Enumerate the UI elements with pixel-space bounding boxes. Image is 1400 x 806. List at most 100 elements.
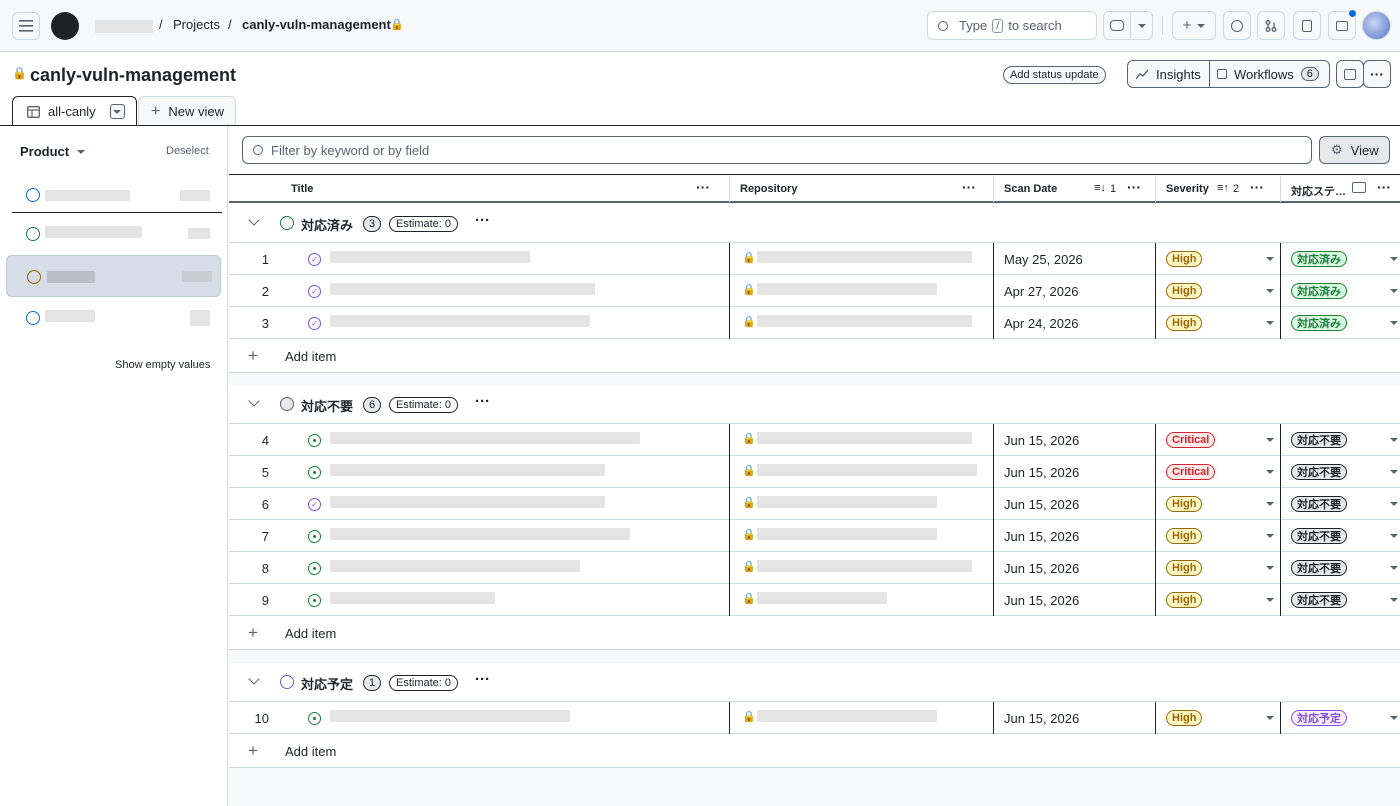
table-row[interactable]: 7 🔒 Jun 15, 2026 High 対応不要 <box>229 520 1400 552</box>
severity-cell[interactable]: Critical <box>1156 456 1281 488</box>
chevron-down-icon[interactable] <box>1390 534 1398 538</box>
column-menu-icon[interactable]: ··· <box>696 179 710 195</box>
repository-cell[interactable]: 🔒 <box>730 520 994 552</box>
scan-date-cell[interactable]: Apr 27, 2026 <box>994 275 1156 307</box>
workflows-button[interactable]: Workflows 6 <box>1209 60 1330 88</box>
column-menu-icon[interactable]: ··· <box>1377 179 1391 195</box>
chevron-down-icon[interactable] <box>1266 289 1274 293</box>
status-cell[interactable]: 対応予定 <box>1281 702 1400 734</box>
slice-item[interactable] <box>12 215 222 252</box>
filter-input[interactable]: Filter by keyword or by field <box>242 136 1312 164</box>
group-menu-icon[interactable]: ··· <box>475 212 490 229</box>
status-cell[interactable]: 対応不要 <box>1281 552 1400 584</box>
severity-cell[interactable]: High <box>1156 307 1281 339</box>
title-cell[interactable]: 5 <box>229 456 730 488</box>
status-cell[interactable]: 対応不要 <box>1281 488 1400 520</box>
issue-title[interactable] <box>330 464 605 476</box>
title-cell[interactable]: 7 <box>229 520 730 552</box>
scan-date-cell[interactable]: Jun 15, 2026 <box>994 424 1156 456</box>
scan-date-cell[interactable]: Jun 15, 2026 <box>994 520 1156 552</box>
add-item-row[interactable]: + Add item <box>229 734 1400 768</box>
chevron-down-icon[interactable] <box>1266 321 1274 325</box>
table-row[interactable]: 8 🔒 Jun 15, 2026 High 対応不要 <box>229 552 1400 584</box>
slice-item[interactable] <box>12 176 222 213</box>
chevron-down-icon[interactable] <box>1266 502 1274 506</box>
project-menu-button[interactable]: ··· <box>1363 60 1391 88</box>
chevron-down-icon[interactable] <box>1266 257 1274 261</box>
chevron-down-icon[interactable] <box>1390 716 1398 720</box>
breadcrumb-projects[interactable]: Projects <box>173 17 220 32</box>
status-cell[interactable]: 対応不要 <box>1281 584 1400 616</box>
status-cell[interactable]: 対応不要 <box>1281 424 1400 456</box>
table-row[interactable]: 6 ✓ 🔒 Jun 15, 2026 High 対応不要 <box>229 488 1400 520</box>
insights-button[interactable]: Insights <box>1127 60 1210 88</box>
chevron-down-icon[interactable] <box>248 395 260 407</box>
github-logo-icon[interactable] <box>51 12 79 40</box>
issue-title[interactable] <box>330 560 580 572</box>
severity-cell[interactable]: High <box>1156 520 1281 552</box>
table-row[interactable]: 2 ✓ 🔒 Apr 27, 2026 High 対応済み <box>229 275 1400 307</box>
issue-title[interactable] <box>330 432 640 444</box>
repository-cell[interactable]: 🔒 <box>730 243 994 275</box>
title-cell[interactable]: 9 <box>229 584 730 616</box>
create-new-button[interactable]: + <box>1172 11 1216 40</box>
status-cell[interactable]: 対応済み <box>1281 307 1400 339</box>
chevron-down-icon[interactable] <box>1390 321 1398 325</box>
chevron-down-icon[interactable] <box>248 673 260 685</box>
issue-title[interactable] <box>330 283 595 295</box>
repository-cell[interactable]: 🔒 <box>730 275 994 307</box>
add-item-row[interactable]: + Add item <box>229 339 1400 373</box>
avatar[interactable] <box>1362 11 1391 40</box>
column-menu-icon[interactable]: ··· <box>962 179 976 195</box>
severity-cell[interactable]: High <box>1156 552 1281 584</box>
title-cell[interactable]: 2 ✓ <box>229 275 730 307</box>
chevron-down-icon[interactable] <box>1266 438 1274 442</box>
show-empty-values-button[interactable]: Show empty values <box>115 359 210 371</box>
table-row[interactable]: 10 🔒 Jun 15, 2026 High 対応予定 <box>229 702 1400 734</box>
owner-link[interactable] <box>95 20 153 33</box>
table-row[interactable]: 4 🔒 Jun 15, 2026 Critical 対応不要 <box>229 424 1400 456</box>
menu-button[interactable] <box>12 12 40 40</box>
chevron-down-icon[interactable] <box>1266 534 1274 538</box>
chevron-down-icon[interactable] <box>1266 716 1274 720</box>
chevron-down-icon[interactable] <box>1390 470 1398 474</box>
repository-cell[interactable]: 🔒 <box>730 488 994 520</box>
title-cell[interactable]: 10 <box>229 702 730 734</box>
table-row[interactable]: 1 ✓ 🔒 May 25, 2026 High 対応済み <box>229 243 1400 275</box>
issue-title[interactable] <box>330 251 530 263</box>
issues-button[interactable] <box>1223 11 1251 40</box>
tab-dropdown[interactable] <box>109 104 125 119</box>
group-menu-icon[interactable]: ··· <box>475 671 490 688</box>
issue-title[interactable] <box>330 592 495 604</box>
repository-cell[interactable]: 🔒 <box>730 584 994 616</box>
new-view-button[interactable]: + New view <box>138 96 236 126</box>
scan-date-cell[interactable]: Jun 15, 2026 <box>994 702 1156 734</box>
column-severity[interactable]: Severity ≡↑ 2 ··· <box>1156 176 1281 202</box>
scan-date-cell[interactable]: May 25, 2026 <box>994 243 1156 275</box>
search-button[interactable]: Type / to search <box>927 11 1097 40</box>
chevron-down-icon[interactable] <box>1266 598 1274 602</box>
column-title[interactable]: Title ··· <box>229 176 730 202</box>
severity-cell[interactable]: High <box>1156 275 1281 307</box>
status-cell[interactable]: 対応不要 <box>1281 456 1400 488</box>
add-status-update-button[interactable]: Add status update <box>1003 66 1106 84</box>
deselect-button[interactable]: Deselect <box>166 145 209 157</box>
severity-cell[interactable]: High <box>1156 584 1281 616</box>
pull-requests-button[interactable] <box>1257 11 1285 40</box>
scan-date-cell[interactable]: Jun 15, 2026 <box>994 488 1156 520</box>
chevron-down-icon[interactable] <box>1390 289 1398 293</box>
tab-all-canly[interactable]: all-canly <box>12 96 137 126</box>
chevron-down-icon[interactable] <box>1390 502 1398 506</box>
copilot-button[interactable] <box>1103 11 1131 40</box>
column-menu-icon[interactable]: ··· <box>1127 179 1141 195</box>
scan-date-cell[interactable]: Apr 24, 2026 <box>994 307 1156 339</box>
issue-title[interactable] <box>330 528 630 540</box>
chevron-down-icon[interactable] <box>1390 257 1398 261</box>
scan-date-cell[interactable]: Jun 15, 2026 <box>994 552 1156 584</box>
repository-cell[interactable]: 🔒 <box>730 702 994 734</box>
issue-title[interactable] <box>330 496 605 508</box>
severity-cell[interactable]: High <box>1156 702 1281 734</box>
title-cell[interactable]: 6 ✓ <box>229 488 730 520</box>
status-cell[interactable]: 対応済み <box>1281 243 1400 275</box>
repository-cell[interactable]: 🔒 <box>730 456 994 488</box>
